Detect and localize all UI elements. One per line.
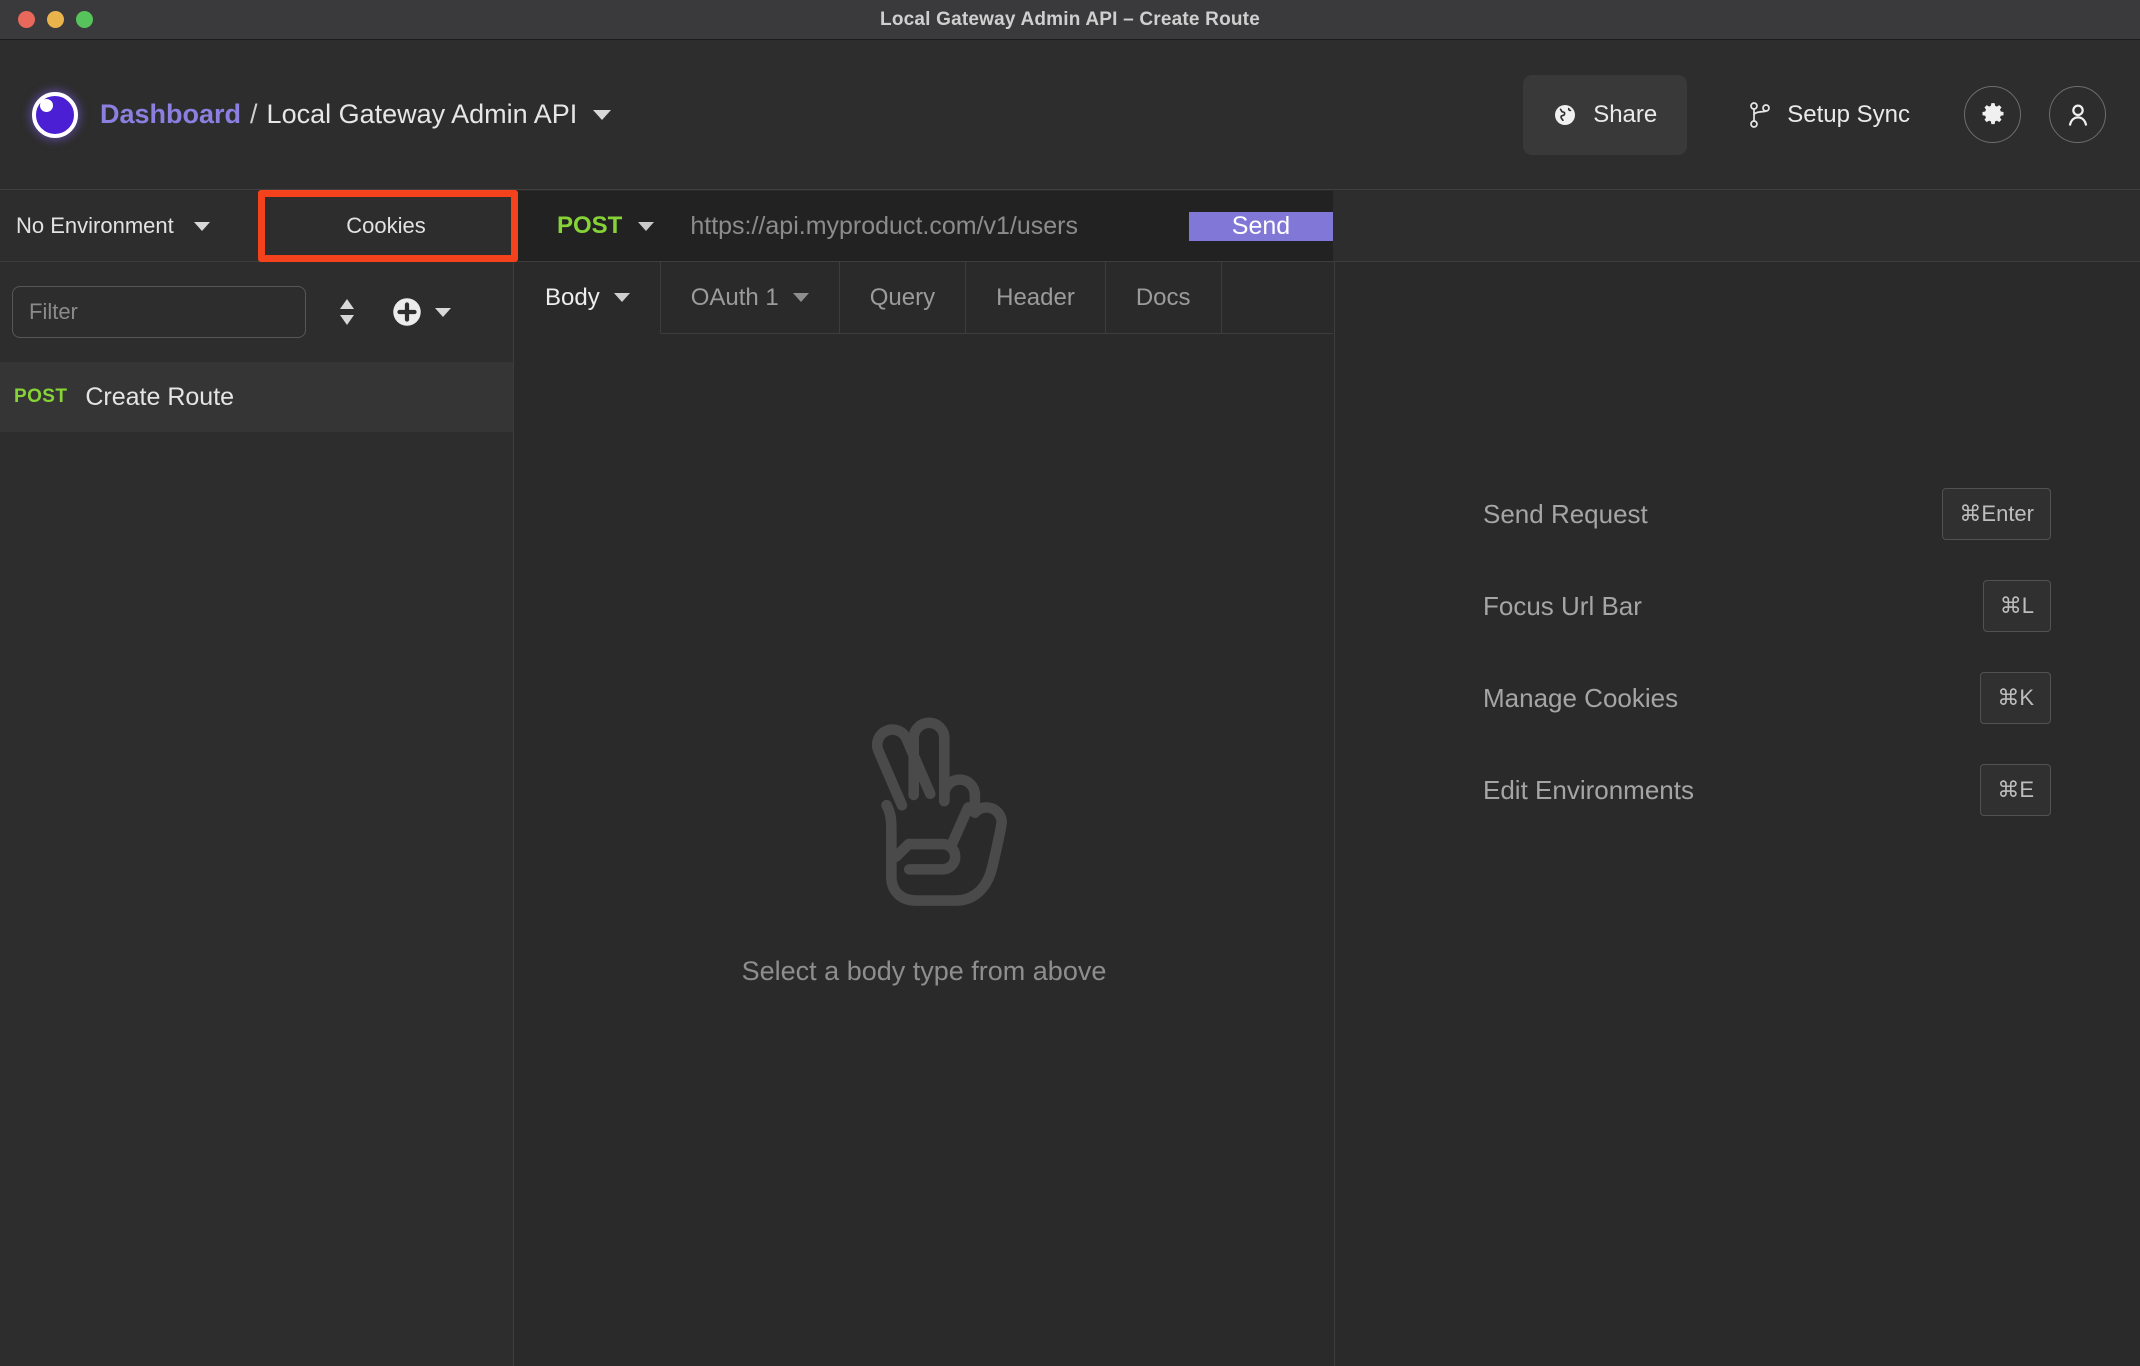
globe-icon bbox=[1555, 104, 1576, 125]
user-icon bbox=[2068, 104, 2087, 126]
settings-button[interactable] bbox=[1964, 86, 2021, 143]
window-title-bar: Local Gateway Admin API – Create Route bbox=[0, 0, 2140, 40]
environment-selector[interactable]: No Environment bbox=[0, 191, 258, 261]
breadcrumb-workspace-name[interactable]: Local Gateway Admin API bbox=[267, 99, 578, 130]
chevron-down-icon bbox=[193, 221, 210, 231]
plus-circle-icon bbox=[393, 298, 421, 326]
share-button-label: Share bbox=[1593, 100, 1658, 128]
chevron-down-icon bbox=[792, 293, 809, 302]
breadcrumb-separator: / bbox=[250, 99, 258, 129]
request-name: Create Route bbox=[85, 382, 235, 411]
cookies-button-label: Cookies bbox=[346, 213, 426, 238]
tab-query[interactable]: Query bbox=[839, 262, 967, 334]
shortcut-key[interactable]: ⌘L bbox=[1982, 580, 2051, 632]
breadcrumb: Dashboard / Local Gateway Admin API bbox=[0, 91, 612, 138]
cookies-button[interactable]: Cookies bbox=[258, 191, 514, 261]
body-empty-state-text: Select a body type from above bbox=[741, 955, 1107, 986]
shortcut-label: Focus Url Bar bbox=[1483, 590, 1642, 621]
shortcut-row-send-request: Send Request ⌘Enter bbox=[1483, 488, 2051, 540]
request-list: POST Create Route bbox=[0, 362, 513, 432]
chevron-down-icon[interactable] bbox=[593, 109, 612, 120]
header-actions: Share Setup Sync bbox=[1523, 74, 2140, 155]
gear-icon bbox=[1982, 102, 2003, 124]
shortcut-row-focus-url-bar: Focus Url Bar ⌘L bbox=[1483, 580, 2051, 632]
shortcut-label: Edit Environments bbox=[1483, 774, 1694, 805]
sidebar-toolbar bbox=[0, 262, 513, 362]
tab-docs[interactable]: Docs bbox=[1105, 262, 1222, 334]
insomnia-logo-icon bbox=[32, 91, 78, 138]
tab-body[interactable]: Body bbox=[515, 262, 661, 334]
window-title: Local Gateway Admin API – Create Route bbox=[880, 9, 1260, 30]
chevron-down-icon bbox=[613, 293, 630, 302]
setup-sync-button[interactable]: Setup Sync bbox=[1723, 75, 1936, 155]
chevron-down-icon bbox=[638, 221, 655, 231]
tab-oauth1-label: OAuth 1 bbox=[690, 283, 779, 311]
keyboard-shortcuts-list: Send Request ⌘Enter Focus Url Bar ⌘L Man… bbox=[1335, 488, 2140, 816]
body-empty-state: Select a body type from above bbox=[515, 334, 1333, 1366]
url-input[interactable] bbox=[676, 211, 1189, 241]
tab-bar-filler bbox=[1221, 262, 1333, 334]
tab-docs-label: Docs bbox=[1135, 283, 1191, 311]
add-request-button[interactable] bbox=[392, 297, 451, 327]
breadcrumb-dashboard-link[interactable]: Dashboard bbox=[100, 99, 241, 130]
account-button[interactable] bbox=[2049, 86, 2106, 143]
tab-oauth1[interactable]: OAuth 1 bbox=[660, 262, 840, 334]
victory-hand-icon bbox=[871, 717, 1007, 906]
toolbar-spacer bbox=[1333, 191, 2140, 261]
shortcut-key[interactable]: ⌘Enter bbox=[1942, 488, 2051, 540]
request-toolbar: No Environment Cookies POST Send bbox=[0, 191, 2140, 262]
shortcut-row-edit-environments: Edit Environments ⌘E bbox=[1483, 764, 2051, 816]
app-header: Dashboard / Local Gateway Admin API Shar… bbox=[0, 40, 2140, 190]
breadcrumb-trail: Dashboard / Local Gateway Admin API bbox=[100, 99, 612, 130]
shortcut-key[interactable]: ⌘E bbox=[1980, 764, 2051, 816]
url-bar: POST Send bbox=[514, 191, 1333, 261]
http-method-selector[interactable]: POST bbox=[515, 212, 676, 240]
sort-glyph bbox=[340, 299, 354, 325]
send-button[interactable]: Send bbox=[1189, 211, 1333, 241]
send-button-label: Send bbox=[1231, 211, 1291, 240]
shortcut-row-manage-cookies: Manage Cookies ⌘K bbox=[1483, 672, 2051, 724]
request-tab-bar: Body OAuth 1 Query Header Docs bbox=[515, 262, 1333, 334]
tab-body-label: Body bbox=[545, 283, 600, 311]
tab-header-label: Header bbox=[996, 283, 1075, 311]
shortcut-label: Send Request bbox=[1483, 498, 1648, 529]
request-method-badge: POST bbox=[14, 386, 68, 407]
tab-query-label: Query bbox=[869, 283, 936, 311]
setup-sync-label: Setup Sync bbox=[1787, 100, 1910, 128]
response-pane: Send Request ⌘Enter Focus Url Bar ⌘L Man… bbox=[1334, 262, 2140, 1366]
git-branch-icon bbox=[1750, 101, 1771, 128]
tab-header[interactable]: Header bbox=[966, 262, 1106, 334]
http-method-label: POST bbox=[557, 212, 623, 239]
shortcut-key[interactable]: ⌘K bbox=[1980, 672, 2051, 724]
chevron-down-icon bbox=[435, 307, 451, 317]
environment-selector-label: No Environment bbox=[16, 213, 174, 238]
shortcut-label: Manage Cookies bbox=[1483, 682, 1679, 713]
request-list-item-create-route[interactable]: POST Create Route bbox=[0, 362, 513, 432]
sidebar: POST Create Route bbox=[0, 262, 514, 1366]
share-button[interactable]: Share bbox=[1523, 74, 1688, 155]
filter-input[interactable] bbox=[12, 286, 306, 338]
request-pane: Body OAuth 1 Query Header Docs Select a … bbox=[515, 262, 1333, 1366]
sort-updown-icon[interactable] bbox=[336, 295, 358, 329]
